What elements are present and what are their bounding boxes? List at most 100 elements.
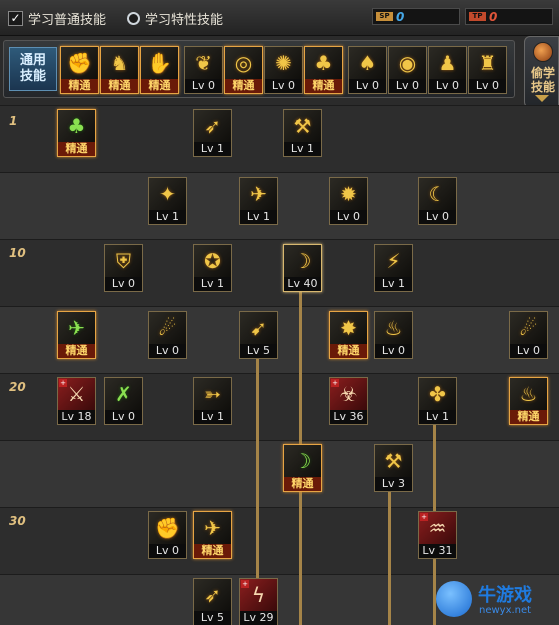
- skill-icon[interactable]: ♨: [374, 311, 413, 344]
- skill-slot[interactable]: ♞ 精通: [100, 46, 139, 94]
- skill-icon[interactable]: ✗: [104, 377, 143, 410]
- skill-icon[interactable]: ❦: [184, 46, 223, 79]
- skill-slot[interactable]: ✈ 精通: [57, 311, 96, 359]
- skill-icon[interactable]: ⚔ +: [57, 377, 96, 410]
- skill-slot[interactable]: ☄ Lv 0: [148, 311, 187, 359]
- skill-slot[interactable]: ♣ 精通: [304, 46, 343, 94]
- skill-icon[interactable]: ♞: [100, 46, 139, 79]
- skill-icon[interactable]: ⚡: [374, 244, 413, 277]
- skill-slot[interactable]: ❦ Lv 0: [184, 46, 223, 94]
- skill-icon[interactable]: ➳: [193, 377, 232, 410]
- skill-slot[interactable]: ♣ 精通: [57, 109, 96, 157]
- learn-special-skills-option[interactable]: 学习特性技能: [127, 9, 223, 28]
- skill-slot[interactable]: ✪ Lv 1: [193, 244, 232, 292]
- skill-icon[interactable]: ➶: [193, 578, 232, 611]
- skill-icon[interactable]: ✊: [148, 511, 187, 544]
- skill-glyph-icon: ✤: [429, 382, 446, 406]
- skill-slot[interactable]: ✈ Lv 1: [239, 177, 278, 225]
- skill-icon[interactable]: ✤: [418, 377, 457, 410]
- skill-slot[interactable]: ✹ Lv 0: [329, 177, 368, 225]
- skill-slot[interactable]: ♜ Lv 0: [468, 46, 507, 94]
- skill-slot[interactable]: ✗ Lv 0: [104, 377, 143, 425]
- skill-glyph-icon: ✪: [204, 249, 221, 273]
- skill-icon[interactable]: ♒ +: [418, 511, 457, 544]
- skill-icon[interactable]: ♜: [468, 46, 507, 79]
- skill-slot[interactable]: ✺ Lv 0: [264, 46, 303, 94]
- skill-slot[interactable]: ✈ 精通: [193, 511, 232, 559]
- skill-level-label: Lv 40: [283, 277, 322, 292]
- skill-icon[interactable]: ✹: [329, 177, 368, 210]
- skill-level-label: Lv 1: [193, 277, 232, 292]
- steal-skills-tab[interactable]: 偷学 技能: [524, 36, 559, 108]
- skill-glyph-icon: ⚒: [384, 449, 403, 473]
- skill-icon[interactable]: ✈: [57, 311, 96, 344]
- skill-slot[interactable]: ☄ Lv 0: [509, 311, 548, 359]
- skill-level-label: 精通: [100, 79, 139, 94]
- learn-normal-skills-option[interactable]: ✓ 学习普通技能: [8, 9, 106, 28]
- skill-icon[interactable]: ➶: [193, 109, 232, 142]
- skill-icon[interactable]: ✊: [60, 46, 99, 79]
- skill-icon[interactable]: ✪: [193, 244, 232, 277]
- skill-glyph-icon: ⚡: [386, 249, 401, 273]
- skill-icon[interactable]: ⚒: [283, 109, 322, 142]
- skill-icon[interactable]: ♟: [428, 46, 467, 79]
- skill-icon[interactable]: ☾: [418, 177, 457, 210]
- skill-glyph-icon: ✋: [147, 51, 172, 75]
- skill-icon[interactable]: ✸: [329, 311, 368, 344]
- skill-glyph-icon: ♠: [358, 51, 377, 75]
- skill-slot[interactable]: ♟ Lv 0: [428, 46, 467, 94]
- skill-slot[interactable]: ✸ 精通: [329, 311, 368, 359]
- skill-icon[interactable]: ✈: [239, 177, 278, 210]
- skill-slot[interactable]: ➶ Lv 5: [193, 578, 232, 625]
- skill-slot[interactable]: ➶ Lv 1: [193, 109, 232, 157]
- skill-slot[interactable]: ♒ + Lv 31: [418, 511, 457, 559]
- skill-icon[interactable]: ♨: [509, 377, 548, 410]
- skill-icon[interactable]: ⛨: [104, 244, 143, 277]
- skill-icon[interactable]: ♣: [304, 46, 343, 79]
- skill-icon[interactable]: ♠: [348, 46, 387, 79]
- skill-icon[interactable]: ✦: [148, 177, 187, 210]
- skill-icon[interactable]: ☽: [283, 244, 322, 277]
- skill-slot[interactable]: ➹ Lv 5: [239, 311, 278, 359]
- skill-icon[interactable]: ✈: [193, 511, 232, 544]
- skill-icon[interactable]: ➹: [239, 311, 278, 344]
- skill-slot[interactable]: ➳ Lv 1: [193, 377, 232, 425]
- radio-icon[interactable]: [127, 12, 140, 25]
- skill-icon[interactable]: ☣ +: [329, 377, 368, 410]
- skill-icon[interactable]: ◎: [224, 46, 263, 79]
- skill-icon[interactable]: ⚒: [374, 444, 413, 477]
- skill-slot[interactable]: ✤ Lv 1: [418, 377, 457, 425]
- skill-slot[interactable]: ♠ Lv 0: [348, 46, 387, 94]
- skill-slot[interactable]: ☽ 精通: [283, 444, 322, 492]
- skill-icon[interactable]: ✺: [264, 46, 303, 79]
- skill-icon[interactable]: ◉: [388, 46, 427, 79]
- skill-slot[interactable]: ✋ 精通: [140, 46, 179, 94]
- skill-icon[interactable]: ✋: [140, 46, 179, 79]
- skill-icon[interactable]: ☄: [509, 311, 548, 344]
- skill-slot[interactable]: ♨ Lv 0: [374, 311, 413, 359]
- skill-slot[interactable]: ☾ Lv 0: [418, 177, 457, 225]
- skill-icon[interactable]: ☽: [283, 444, 322, 477]
- skill-slot[interactable]: ☽ Lv 40: [283, 244, 322, 292]
- skill-slot[interactable]: ☣ + Lv 36: [329, 377, 368, 425]
- checkbox-checked-icon[interactable]: ✓: [8, 11, 23, 26]
- skill-icon[interactable]: ☄: [148, 311, 187, 344]
- skill-slot[interactable]: ◉ Lv 0: [388, 46, 427, 94]
- skill-slot[interactable]: ⚡ Lv 1: [374, 244, 413, 292]
- plus-icon: +: [59, 379, 67, 387]
- skill-slot[interactable]: ⚔ + Lv 18: [57, 377, 96, 425]
- chevron-down-icon[interactable]: [535, 95, 549, 102]
- skill-slot[interactable]: ϟ + Lv 29: [239, 578, 278, 625]
- skill-slot[interactable]: ◎ 精通: [224, 46, 263, 94]
- skill-slot[interactable]: ✊ 精通: [60, 46, 99, 94]
- skill-icon[interactable]: ϟ +: [239, 578, 278, 611]
- skill-level-label: Lv 1: [374, 277, 413, 292]
- skill-icon[interactable]: ♣: [57, 109, 96, 142]
- skill-slot[interactable]: ⚒ Lv 1: [283, 109, 322, 157]
- skill-slot[interactable]: ✦ Lv 1: [148, 177, 187, 225]
- skill-slot[interactable]: ⛨ Lv 0: [104, 244, 143, 292]
- skill-slot[interactable]: ♨ 精通: [509, 377, 548, 425]
- skill-slot[interactable]: ⚒ Lv 3: [374, 444, 413, 492]
- skill-slot[interactable]: ✊ Lv 0: [148, 511, 187, 559]
- skill-glyph-icon: ♣: [314, 51, 333, 75]
